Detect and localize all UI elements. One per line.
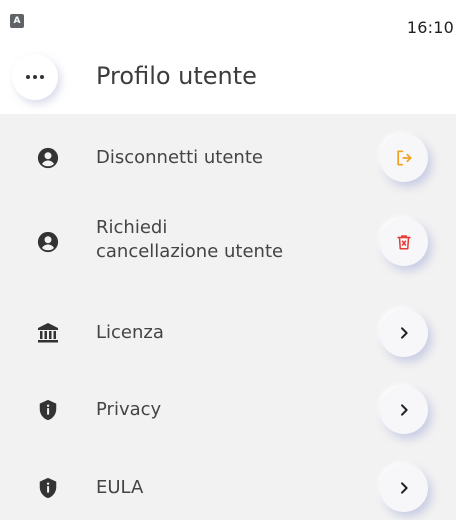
app-notification-icon: A <box>10 14 24 28</box>
chevron-right-icon <box>401 404 408 416</box>
page-title: Profilo utente <box>96 62 257 90</box>
open-eula-button[interactable] <box>380 464 428 512</box>
logout-icon <box>397 150 412 166</box>
list-item-label: EULA <box>96 477 144 498</box>
label-line-1: Richiedi <box>96 217 168 238</box>
status-bar: A 16:10 <box>0 0 456 56</box>
open-privacy-button[interactable] <box>380 386 428 434</box>
trash-icon <box>397 235 411 250</box>
delete-account-button[interactable] <box>380 218 428 266</box>
list-item-eula[interactable]: EULA <box>0 464 456 512</box>
more-horizontal-icon <box>26 75 44 79</box>
list-item-privacy[interactable]: Privacy <box>0 386 456 434</box>
list-item-label: Licenza <box>96 322 164 343</box>
chevron-right-icon <box>401 327 408 339</box>
status-time: 16:10 <box>406 18 454 37</box>
list-item-license[interactable]: Licenza <box>0 309 456 357</box>
open-license-button[interactable] <box>380 309 428 357</box>
label-line-2: cancellazione utente <box>96 241 284 262</box>
list-item-logout[interactable]: Disconnetti utente <box>0 134 456 182</box>
header: Profilo utente <box>0 50 456 106</box>
shield-info-icon <box>36 476 60 500</box>
settings-list: Disconnetti utente Richiedi cancellazion… <box>0 114 456 520</box>
bank-icon <box>36 321 60 345</box>
chevron-right-icon <box>401 482 408 494</box>
list-item-label: Disconnetti utente <box>96 147 263 168</box>
user-circle-icon <box>36 230 60 254</box>
list-item-label: Richiedi cancellazione utente <box>96 216 366 264</box>
user-circle-icon <box>36 146 60 170</box>
list-item-label: Privacy <box>96 399 162 420</box>
list-item-delete-account[interactable]: Richiedi cancellazione utente <box>0 214 456 270</box>
shield-info-icon <box>36 398 60 422</box>
logout-button[interactable] <box>380 134 428 182</box>
more-menu-button[interactable] <box>12 54 58 100</box>
